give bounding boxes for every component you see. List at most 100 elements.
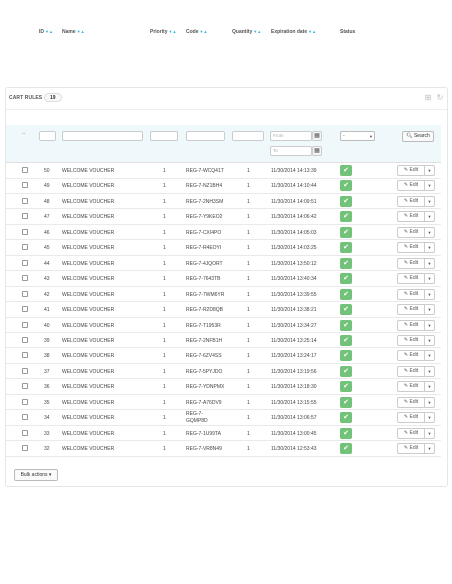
caret-down-icon[interactable]: ▼ bbox=[424, 242, 435, 254]
table-row[interactable]: 38 WELCOME VOUCHER 1 REG-7-6ZV4SS 1 11/30/201… bbox=[6, 348, 441, 364]
table-row[interactable]: 43 WELCOME VOUCHER 1 REG-7-7643TB 1 11/30/201… bbox=[6, 271, 441, 287]
column-header-priority[interactable]: Priority▼▲ bbox=[150, 29, 176, 35]
column-header-expiration[interactable]: Expiration date▼▲ bbox=[271, 29, 316, 35]
row-checkbox[interactable] bbox=[22, 167, 28, 173]
caret-down-icon[interactable]: ▼ bbox=[424, 334, 435, 346]
status-enabled-icon[interactable]: ✔ bbox=[340, 180, 352, 192]
status-enabled-icon[interactable]: ✔ bbox=[340, 427, 352, 439]
filter-name-input[interactable] bbox=[62, 131, 143, 141]
filter-id-input[interactable] bbox=[39, 131, 56, 141]
status-enabled-icon[interactable]: ✔ bbox=[340, 288, 352, 300]
calendar-icon[interactable]: ▦ bbox=[312, 131, 322, 141]
edit-button[interactable]: ✎ Edit bbox=[397, 242, 425, 254]
edit-button[interactable]: ✎ Edit bbox=[397, 427, 425, 439]
table-row[interactable]: 37 WELCOME VOUCHER 1 REG-7-5PYJDO 1 11/30/201… bbox=[6, 364, 441, 380]
filter-priority-input[interactable] bbox=[150, 131, 178, 141]
edit-button[interactable]: ✎ Edit bbox=[397, 381, 425, 393]
row-checkbox[interactable] bbox=[22, 336, 28, 343]
status-enabled-icon[interactable]: ✔ bbox=[340, 242, 352, 254]
filter-code-input[interactable] bbox=[186, 131, 225, 141]
row-checkbox[interactable] bbox=[22, 383, 28, 390]
caret-down-icon[interactable]: ▼ bbox=[424, 304, 435, 316]
caret-down-icon[interactable]: ▼ bbox=[424, 273, 435, 285]
status-enabled-icon[interactable]: ✔ bbox=[340, 381, 352, 393]
column-header-id[interactable]: ID▼▲ bbox=[39, 29, 53, 35]
sort-icon[interactable]: ▼▲ bbox=[77, 29, 85, 34]
caret-down-icon[interactable]: ▼ bbox=[424, 180, 435, 192]
table-row[interactable]: 41 WELCOME VOUCHER 1 REG-7-R2D8QB 1 11/30/201… bbox=[6, 302, 441, 318]
bulk-actions-button[interactable]: Bulk actions ▾ bbox=[14, 469, 58, 481]
table-row[interactable]: 49 WELCOME VOUCHER 1 REG-7-NZ1BH4 1 11/30/201… bbox=[6, 178, 441, 194]
table-row[interactable]: 45 WELCOME VOUCHER 1 REG-7-R4EOYI 1 11/30/201… bbox=[6, 240, 441, 256]
column-header-name[interactable]: Name▼▲ bbox=[62, 29, 85, 35]
sort-icon[interactable]: ▼▲ bbox=[200, 29, 208, 34]
row-checkbox[interactable] bbox=[22, 275, 28, 282]
edit-button[interactable]: ✎ Edit bbox=[397, 288, 425, 300]
table-row[interactable]: 47 WELCOME VOUCHER 1 REG-7-Y9KEO2 1 11/30/201… bbox=[6, 209, 441, 225]
sort-icon[interactable]: ▼▲ bbox=[169, 29, 177, 34]
edit-button[interactable]: ✎ Edit bbox=[397, 195, 425, 207]
table-row[interactable]: 48 WELCOME VOUCHER 1 REG-7-2NH3SM 1 11/30/201… bbox=[6, 194, 441, 210]
caret-down-icon[interactable]: ▼ bbox=[424, 365, 435, 377]
edit-button[interactable]: ✎ Edit bbox=[397, 165, 425, 176]
status-enabled-icon[interactable]: ✔ bbox=[340, 226, 352, 238]
row-checkbox[interactable] bbox=[22, 213, 28, 220]
caret-down-icon[interactable]: ▼ bbox=[424, 288, 435, 300]
filter-date-to-input[interactable]: To bbox=[270, 146, 312, 156]
row-checkbox[interactable] bbox=[22, 398, 28, 405]
table-row[interactable]: 44 WELCOME VOUCHER 1 REG-7-4JQORT 1 11/30/201… bbox=[6, 256, 441, 272]
sort-icon[interactable]: ▼▲ bbox=[45, 29, 53, 34]
table-row[interactable]: 40 WELCOME VOUCHER 1 REG-7-T1953R 1 11/30/201… bbox=[6, 318, 441, 333]
caret-down-icon[interactable]: ▼ bbox=[424, 211, 435, 223]
filter-date-from-input[interactable]: From bbox=[270, 131, 312, 141]
row-checkbox[interactable] bbox=[22, 259, 28, 266]
table-row[interactable]: 33 WELCOME VOUCHER 1 REG-7-1U99TA 1 11/30/201… bbox=[6, 426, 441, 442]
row-checkbox[interactable] bbox=[22, 429, 28, 436]
row-checkbox[interactable] bbox=[22, 244, 28, 251]
table-row[interactable]: 46 WELCOME VOUCHER 1 REG-7-CXI4PO 1 11/30/201… bbox=[6, 225, 441, 241]
edit-button[interactable]: ✎ Edit bbox=[397, 365, 425, 377]
edit-button[interactable]: ✎ Edit bbox=[397, 304, 425, 316]
status-enabled-icon[interactable]: ✔ bbox=[340, 195, 352, 207]
caret-down-icon[interactable]: ▼ bbox=[424, 381, 435, 393]
caret-down-icon[interactable]: ▼ bbox=[424, 257, 435, 269]
caret-down-icon[interactable]: ▼ bbox=[424, 443, 435, 455]
add-icon[interactable]: ⊞ bbox=[423, 93, 433, 103]
caret-down-icon[interactable]: ▼ bbox=[424, 165, 435, 176]
table-row[interactable]: 35 WELCOME VOUCHER 1 REG-7-A76DV9 1 11/30/201… bbox=[6, 395, 441, 411]
caret-down-icon[interactable]: ▼ bbox=[424, 396, 435, 408]
table-row[interactable]: 34 WELCOME VOUCHER 1 REG-7- GQMP8D 1 11/30/201… bbox=[6, 410, 441, 426]
status-enabled-icon[interactable]: ✔ bbox=[340, 350, 352, 362]
table-row[interactable]: 39 WELCOME VOUCHER 1 REG-7-2NFB1H 1 11/30/201… bbox=[6, 333, 441, 349]
edit-button[interactable]: ✎ Edit bbox=[397, 443, 425, 455]
caret-down-icon[interactable]: ▼ bbox=[424, 319, 435, 331]
row-checkbox[interactable] bbox=[22, 197, 28, 204]
status-enabled-icon[interactable]: ✔ bbox=[340, 412, 352, 424]
edit-button[interactable]: ✎ Edit bbox=[397, 211, 425, 223]
table-row[interactable]: 36 WELCOME VOUCHER 1 REG-7-YDNPMX 1 11/30/201… bbox=[6, 379, 441, 395]
edit-button[interactable]: ✎ Edit bbox=[397, 350, 425, 362]
row-checkbox[interactable] bbox=[22, 352, 28, 359]
edit-button[interactable]: ✎ Edit bbox=[397, 257, 425, 269]
edit-button[interactable]: ✎ Edit bbox=[397, 319, 425, 331]
status-enabled-icon[interactable]: ✔ bbox=[340, 334, 352, 346]
edit-button[interactable]: ✎ Edit bbox=[397, 334, 425, 346]
status-enabled-icon[interactable]: ✔ bbox=[340, 211, 352, 223]
sort-icon[interactable]: ▼▲ bbox=[253, 29, 261, 34]
calendar-icon[interactable]: ▦ bbox=[312, 146, 322, 156]
status-enabled-icon[interactable]: ✔ bbox=[340, 396, 352, 408]
row-checkbox[interactable] bbox=[22, 290, 28, 297]
status-enabled-icon[interactable]: ✔ bbox=[340, 365, 352, 377]
row-checkbox[interactable] bbox=[22, 321, 28, 328]
status-enabled-icon[interactable]: ✔ bbox=[340, 165, 352, 176]
edit-button[interactable]: ✎ Edit bbox=[397, 412, 425, 424]
caret-down-icon[interactable]: ▼ bbox=[424, 427, 435, 439]
row-checkbox[interactable] bbox=[22, 445, 28, 452]
caret-down-icon[interactable]: ▼ bbox=[424, 412, 435, 424]
table-row[interactable]: 50 WELCOME VOUCHER 1 REG-7-WCQ41T 1 11/30/201… bbox=[6, 163, 441, 179]
status-enabled-icon[interactable]: ✔ bbox=[340, 273, 352, 285]
caret-down-icon[interactable]: ▼ bbox=[424, 226, 435, 238]
refresh-icon[interactable]: ↻ bbox=[435, 93, 445, 103]
row-checkbox[interactable] bbox=[22, 367, 28, 374]
edit-button[interactable]: ✎ Edit bbox=[397, 273, 425, 285]
